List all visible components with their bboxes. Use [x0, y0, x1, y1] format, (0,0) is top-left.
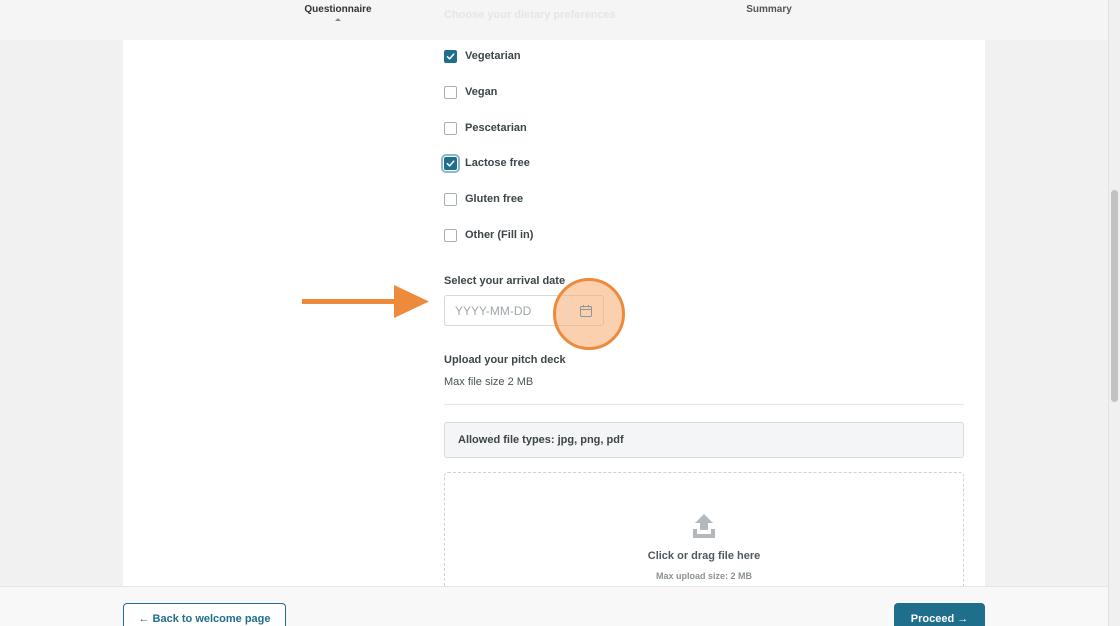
vertical-scrollbar[interactable] — [1108, 0, 1120, 626]
back-to-welcome-button[interactable]: ← Back to welcome page — [123, 603, 286, 626]
divider — [444, 404, 964, 405]
upload-icon — [693, 514, 715, 538]
calendar-icon — [579, 304, 592, 317]
upload-label: Upload your pitch deck — [444, 354, 566, 366]
option-vegetarian[interactable]: Vegetarian — [444, 48, 521, 64]
option-label: Vegetarian — [465, 50, 521, 62]
allowed-file-types-notice: Allowed file types: jpg, png, pdf — [444, 422, 964, 458]
checkbox-vegetarian[interactable] — [444, 49, 457, 63]
checkbox-pescetarian[interactable] — [444, 121, 457, 135]
top-navigation: Questionnaire Summary Choose your dietar… — [0, 0, 1108, 40]
option-gluten-free[interactable]: Gluten free — [444, 191, 523, 207]
dropzone-title: Click or drag file here — [647, 550, 761, 562]
arrival-date-label: Select your arrival date — [444, 275, 566, 287]
tab-questionnaire[interactable]: Questionnaire — [298, 4, 378, 15]
option-label: Lactose free — [465, 157, 530, 169]
checkbox-lactose-free[interactable] — [441, 153, 460, 173]
option-other[interactable]: Other (Fill in) — [444, 227, 533, 243]
dropzone-subtitle: Max upload size: 2 MB — [655, 571, 753, 581]
option-lactose-free[interactable]: Lactose free — [441, 153, 530, 173]
question-heading: Choose your dietary preferences — [444, 9, 616, 21]
scrollbar-thumb[interactable] — [1111, 190, 1118, 402]
checkbox-other[interactable] — [444, 228, 457, 242]
checkmark-icon — [446, 52, 455, 60]
proceed-button[interactable]: Proceed → — [894, 603, 985, 626]
allowed-file-types-text: Allowed file types: jpg, png, pdf — [458, 434, 624, 446]
option-vegan[interactable]: Vegan — [444, 84, 497, 100]
option-label: Pescetarian — [465, 122, 527, 134]
option-label: Gluten free — [465, 193, 524, 205]
calendar-button[interactable] — [566, 297, 604, 324]
option-pescetarian[interactable]: Pescetarian — [444, 120, 527, 136]
max-file-size-text: Max file size 2 MB — [444, 376, 534, 388]
checkmark-icon — [446, 159, 455, 167]
arrival-date-input[interactable] — [455, 304, 555, 318]
option-label: Other (Fill in) — [465, 229, 534, 241]
tab-summary[interactable]: Summary — [729, 4, 809, 15]
option-label: Vegan — [465, 86, 498, 98]
annotation-arrow-icon — [302, 285, 429, 318]
checkbox-gluten-free[interactable] — [444, 192, 457, 206]
active-tab-caret-icon — [335, 18, 341, 21]
checkbox-vegan[interactable] — [444, 85, 457, 99]
